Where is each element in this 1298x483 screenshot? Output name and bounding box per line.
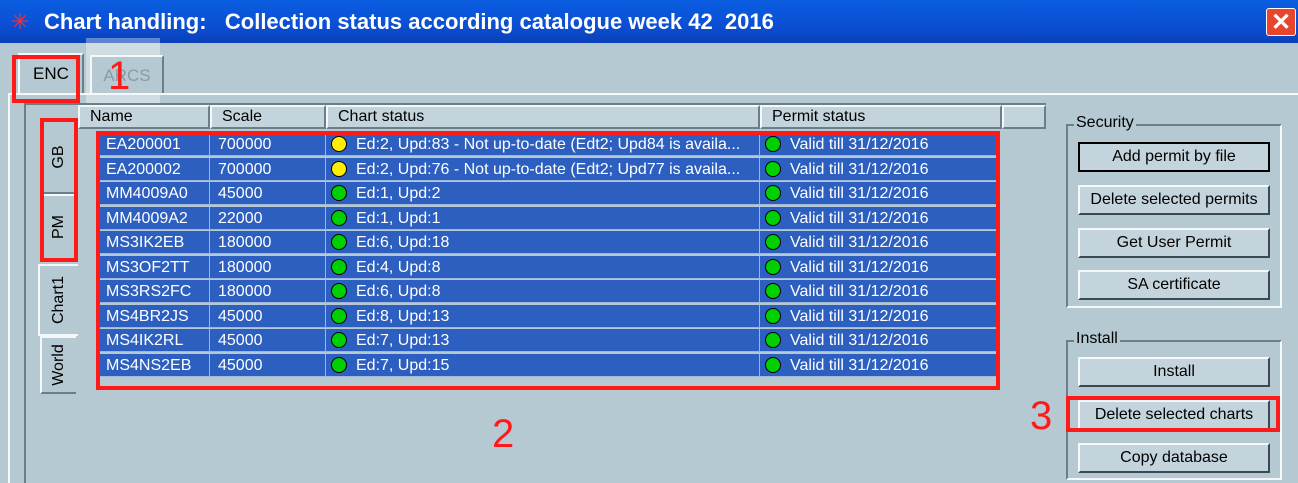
copy-database-button[interactable]: Copy database [1078,443,1270,473]
install-group-label: Install [1074,330,1120,348]
column-header-chart-status[interactable]: Chart status [326,105,760,129]
add-permit-by-file-button[interactable]: Add permit by file [1078,142,1270,172]
annotation-number-3: 3 [1030,394,1053,438]
close-button[interactable]: ✕ [1266,8,1296,36]
column-header-filler [1002,105,1046,129]
delete-selected-permits-button[interactable]: Delete selected permits [1078,185,1270,215]
window-title: Chart handling: Collection status accord… [44,9,774,34]
install-button[interactable]: Install [1078,357,1270,387]
annotation-box-3 [1066,396,1280,432]
annotation-number-1: 1 [108,54,131,98]
sa-certificate-button[interactable]: SA certificate [1078,270,1270,300]
annotation-number-2: 2 [492,412,515,456]
asterisk-icon: ✳ [10,9,30,34]
annotation-box-1 [12,55,80,103]
side-tab-world[interactable]: World [40,336,76,394]
title-bar: ✳ Chart handling: Collection status acco… [0,0,1298,43]
column-header-permit-status[interactable]: Permit status [760,105,1002,129]
side-tab-chart1[interactable]: Chart1 [38,264,78,336]
security-group-label: Security [1074,114,1136,132]
column-header-name[interactable]: Name [78,105,210,129]
annotation-box-side-tabs [40,118,78,262]
annotation-box-2 [96,131,1000,390]
get-user-permit-button[interactable]: Get User Permit [1078,228,1270,258]
column-header-scale[interactable]: Scale [210,105,326,129]
